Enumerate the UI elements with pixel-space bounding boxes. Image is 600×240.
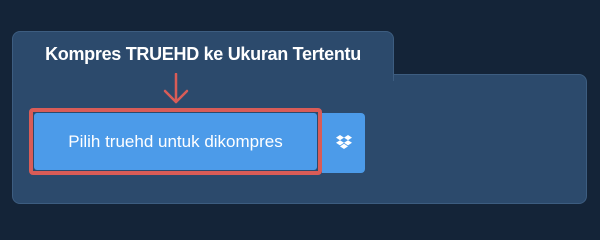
arrow-down-icon bbox=[163, 73, 189, 104]
dropbox-button[interactable] bbox=[322, 113, 365, 173]
dropbox-icon bbox=[335, 135, 352, 149]
panel-title: Kompres TRUEHD ke Ukuran Tertentu bbox=[45, 44, 361, 64]
highlight-frame bbox=[29, 108, 322, 175]
